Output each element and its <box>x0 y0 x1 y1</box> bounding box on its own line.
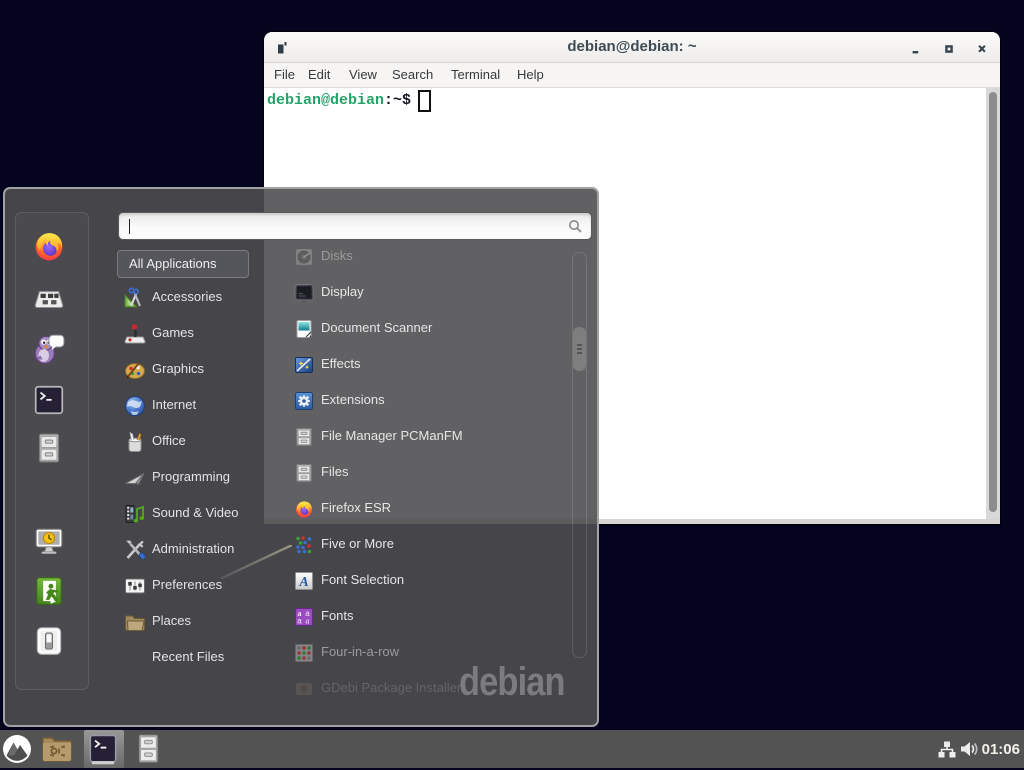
svg-text:a: a <box>297 617 302 626</box>
svg-text:A: A <box>298 575 308 590</box>
svg-text:a: a <box>306 617 310 626</box>
